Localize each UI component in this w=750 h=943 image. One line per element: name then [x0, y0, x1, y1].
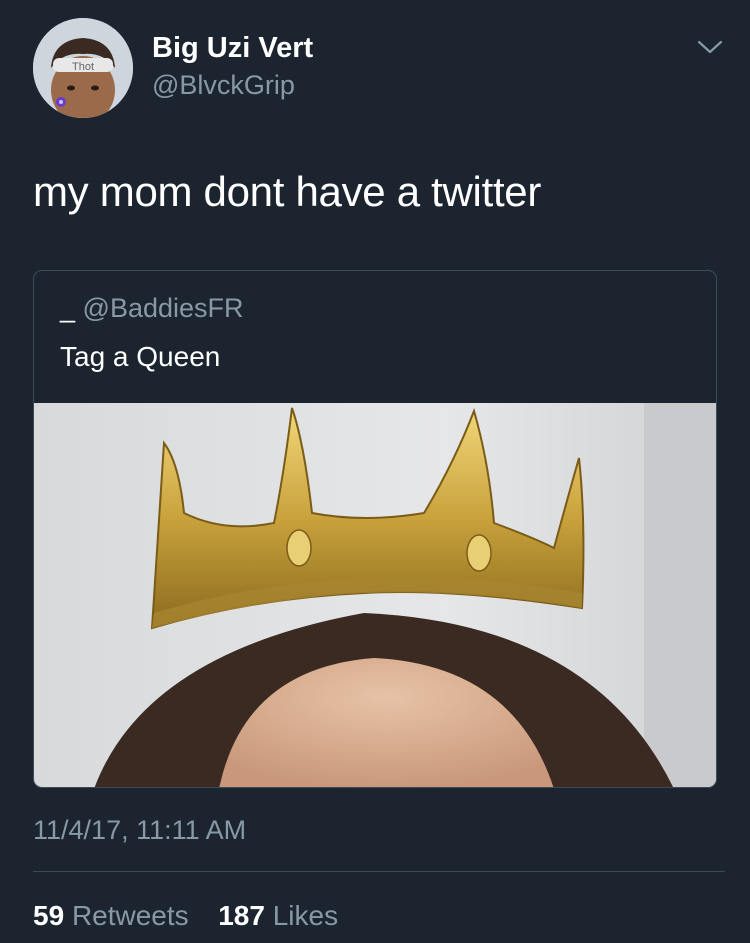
likes-stat[interactable]: 187 Likes: [218, 900, 338, 931]
quoted-author-name: _: [60, 293, 76, 323]
quoted-tweet[interactable]: _ @BaddiesFR Tag a Queen: [33, 270, 717, 788]
avatar-image: Thot: [33, 18, 133, 118]
author-handle[interactable]: @BlvckGrip: [152, 70, 295, 101]
quoted-tweet-text: Tag a Queen: [60, 341, 221, 372]
divider: [33, 871, 725, 872]
tweet-text: my mom dont have a twitter: [33, 168, 542, 215]
chevron-down-icon[interactable]: [695, 36, 725, 58]
avatar[interactable]: Thot: [33, 18, 133, 118]
crown-photo[interactable]: [34, 403, 717, 788]
tweet-timestamp[interactable]: 11/4/17, 11:11 AM: [33, 815, 246, 846]
quoted-tweet-author: _ @BaddiesFR: [60, 293, 244, 324]
quoted-author-handle: @BaddiesFR: [82, 293, 244, 323]
tweet-stats: 59 Retweets 187 Likes: [33, 900, 338, 932]
likes-label: Likes: [272, 900, 339, 931]
retweets-count: 59: [33, 900, 65, 931]
avatar-text: Thot: [72, 61, 94, 73]
retweets-stat[interactable]: 59 Retweets: [33, 900, 196, 931]
likes-count: 187: [218, 900, 265, 931]
author-name[interactable]: Big Uzi Vert: [152, 32, 313, 65]
retweets-label: Retweets: [71, 900, 189, 931]
